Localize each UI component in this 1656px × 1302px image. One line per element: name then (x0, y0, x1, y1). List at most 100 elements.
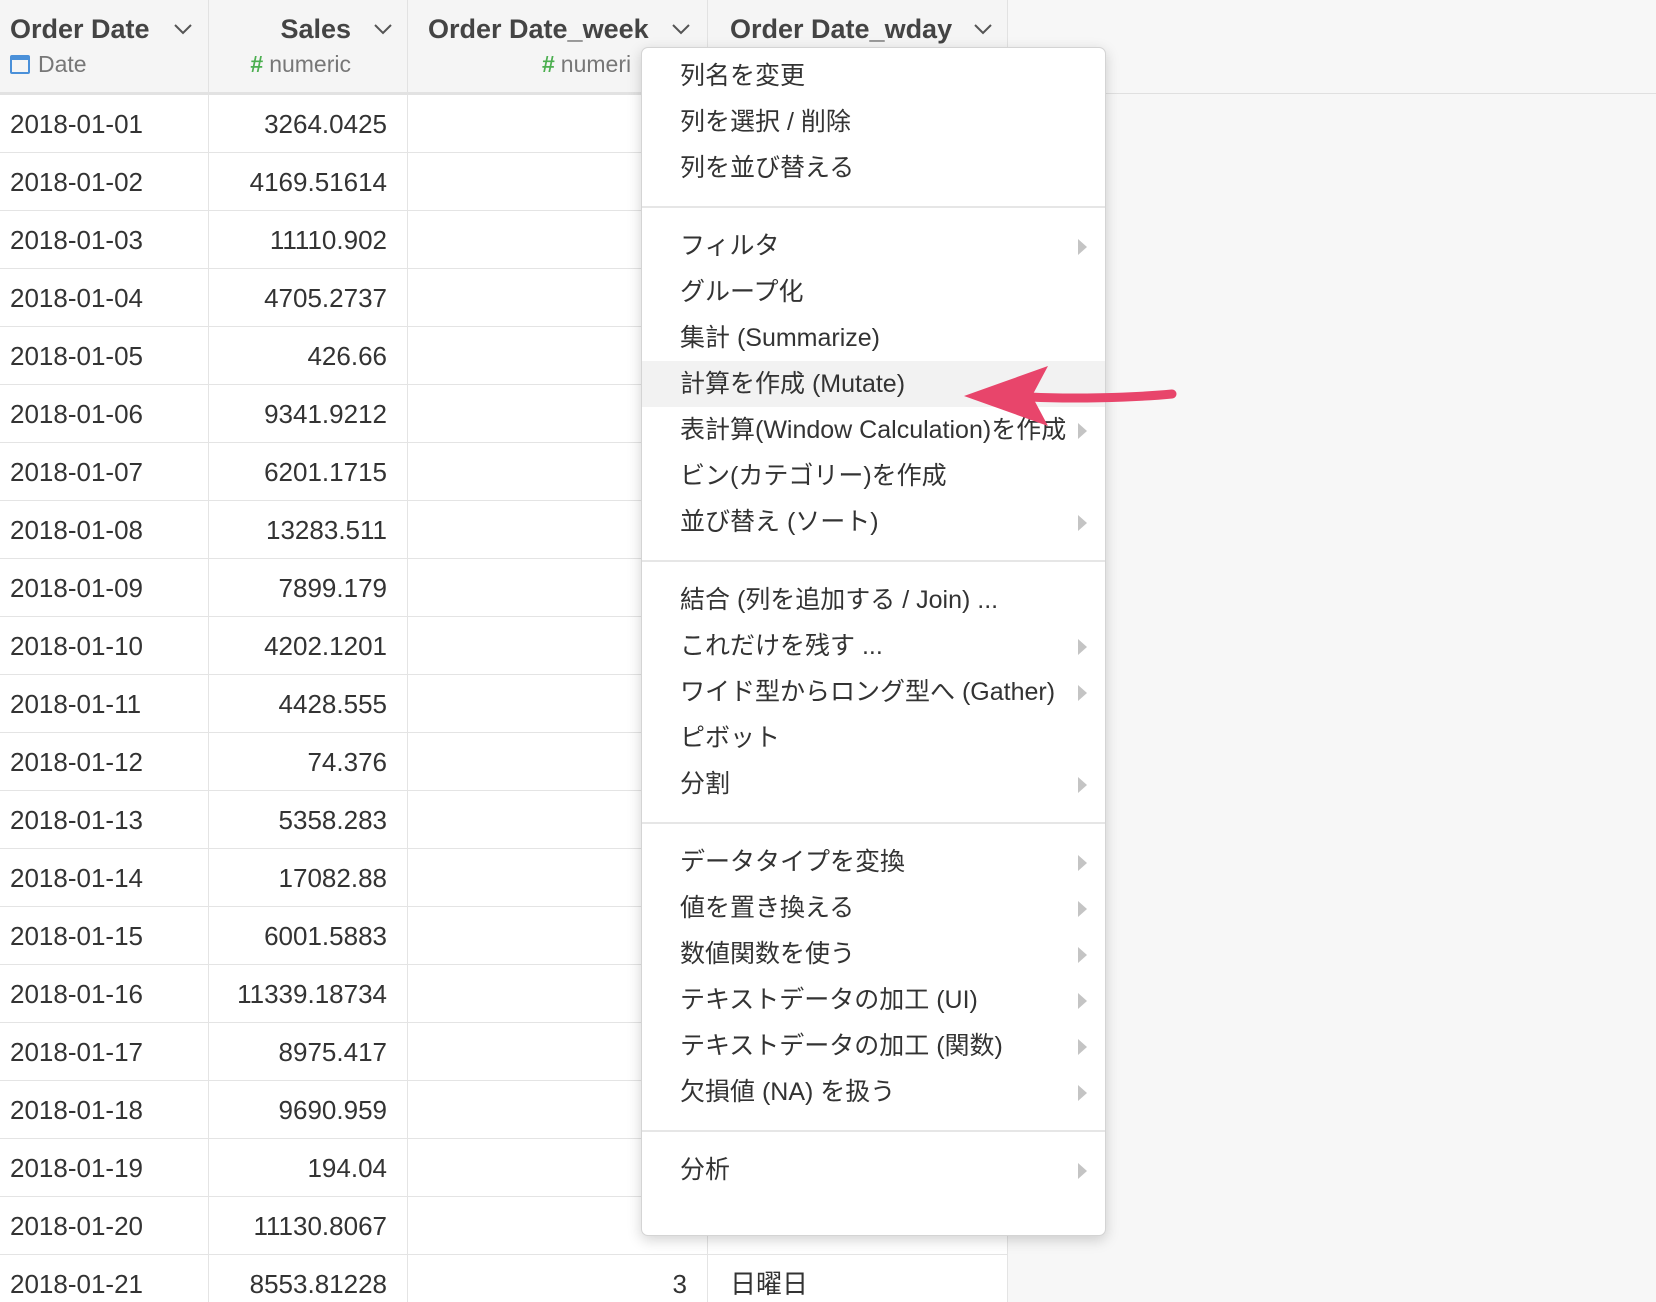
table-cell[interactable]: 2018-01-17 (0, 1023, 209, 1081)
table-cell[interactable]: 2018-01-09 (0, 559, 209, 617)
menu-item-label: データタイプを変換 (680, 848, 906, 876)
menu-item[interactable]: 列を選択 / 削除 (642, 99, 1105, 145)
table-cell[interactable]: 2018-01-16 (0, 965, 209, 1023)
menu-item[interactable]: 集計 (Summarize) (642, 315, 1105, 361)
menu-item-label: 並び替え (ソート) (680, 508, 879, 536)
submenu-arrow-icon (1078, 1163, 1087, 1179)
table-cell[interactable]: 9341.9212 (209, 385, 408, 443)
table-cell[interactable]: 17082.88 (209, 849, 408, 907)
table-cell[interactable]: 2018-01-03 (0, 211, 209, 269)
menu-item[interactable]: ワイド型からロング型へ (Gather) (642, 669, 1105, 715)
table-cell[interactable]: 2018-01-19 (0, 1139, 209, 1197)
menu-item[interactable]: グループ化 (642, 269, 1105, 315)
chevron-down-icon[interactable] (670, 18, 692, 40)
menu-item-label: 数値関数を使う (680, 940, 856, 968)
menu-separator (642, 1130, 1105, 1132)
chevron-down-icon[interactable] (172, 18, 194, 40)
menu-item-label: グループ化 (680, 278, 804, 306)
table-cell[interactable]: 74.376 (209, 733, 408, 791)
menu-item[interactable]: 列名を変更 (642, 53, 1105, 99)
menu-item-label: ピボット (680, 724, 781, 752)
table-cell[interactable]: 9690.959 (209, 1081, 408, 1139)
menu-item[interactable]: テキストデータの加工 (関数) (642, 1023, 1105, 1069)
menu-item[interactable]: 値を置き換える (642, 885, 1105, 931)
table-cell[interactable]: 13283.511 (209, 501, 408, 559)
menu-item-label: 値を置き換える (680, 894, 855, 922)
menu-item[interactable]: 数値関数を使う (642, 931, 1105, 977)
menu-item[interactable]: ピボット (642, 715, 1105, 761)
column-name: Sales (280, 14, 351, 44)
menu-item[interactable]: データタイプを変換 (642, 839, 1105, 885)
table-cell[interactable]: 2018-01-10 (0, 617, 209, 675)
column-header-sales[interactable]: Sales # numeric (209, 0, 408, 95)
column-name: Order Date_wday (730, 14, 953, 44)
table-cell[interactable]: 426.66 (209, 327, 408, 385)
table-cell[interactable]: 2018-01-04 (0, 269, 209, 327)
column-type-label: numeri (560, 51, 632, 77)
menu-item[interactable]: 分割 (642, 761, 1105, 807)
menu-item-label: ワイド型からロング型へ (Gather) (680, 678, 1056, 706)
table-cell[interactable]: 4705.2737 (209, 269, 408, 327)
table-cell[interactable]: 11339.18734 (209, 965, 408, 1023)
table-cell[interactable]: 2018-01-06 (0, 385, 209, 443)
table-cell[interactable]: 6001.5883 (209, 907, 408, 965)
table-cell[interactable]: 2018-01-05 (0, 327, 209, 385)
menu-item[interactable]: 結合 (列を追加する / Join) ... (642, 577, 1105, 623)
table-cell[interactable]: 日曜日 (708, 1255, 1008, 1302)
menu-item-label: 欠損値 (NA) を扱う (680, 1078, 896, 1106)
table-cell[interactable]: 8553.81228 (209, 1255, 408, 1302)
menu-item[interactable]: テキストデータの加工 (UI) (642, 977, 1105, 1023)
menu-item-label: テキストデータの加工 (UI) (680, 986, 978, 1014)
table-row: 2018-01-21 8553.81228 3 日曜日 (0, 1255, 1008, 1302)
table-cell[interactable]: 2018-01-01 (0, 95, 209, 153)
table-cell[interactable]: 6201.1715 (209, 443, 408, 501)
table-cell[interactable]: 2018-01-15 (0, 907, 209, 965)
calendar-icon (10, 55, 30, 74)
menu-item-label: 分割 (680, 770, 731, 798)
menu-item[interactable]: ビン(カテゴリー)を作成 (642, 453, 1105, 499)
table-cell[interactable]: 2018-01-18 (0, 1081, 209, 1139)
column-type: Date (10, 51, 87, 78)
menu-item[interactable]: 列を並び替える (642, 145, 1105, 191)
table-cell[interactable]: 2018-01-12 (0, 733, 209, 791)
table-cell[interactable]: 2018-01-14 (0, 849, 209, 907)
menu-item-label: 分析 (680, 1156, 731, 1184)
menu-item-label: これだけを残す ... (680, 632, 883, 660)
table-cell[interactable]: 2018-01-11 (0, 675, 209, 733)
table-cell[interactable]: 3264.0425 (209, 95, 408, 153)
menu-item-label: 集計 (Summarize) (680, 324, 881, 352)
chevron-down-icon[interactable] (972, 18, 994, 40)
chevron-down-icon[interactable] (372, 18, 394, 40)
menu-item[interactable]: フィルタ (642, 223, 1105, 269)
table-cell[interactable]: 4169.51614 (209, 153, 408, 211)
menu-item[interactable]: 分析 (642, 1147, 1105, 1193)
menu-separator (642, 206, 1105, 208)
table-cell[interactable]: 2018-01-20 (0, 1197, 209, 1255)
table-cell[interactable]: 7899.179 (209, 559, 408, 617)
column-type-label: numeric (269, 51, 351, 77)
menu-item-label: フィルタ (680, 232, 780, 260)
table-cell[interactable]: 194.04 (209, 1139, 408, 1197)
menu-item[interactable]: 欠損値 (NA) を扱う (642, 1069, 1105, 1115)
table-cell[interactable]: 4428.555 (209, 675, 408, 733)
table-cell[interactable]: 2018-01-21 (0, 1255, 209, 1302)
menu-item-label: 結合 (列を追加する / Join) ... (680, 586, 999, 614)
table-cell[interactable]: 4202.1201 (209, 617, 408, 675)
table-cell[interactable]: 5358.283 (209, 791, 408, 849)
table-cell[interactable]: 2018-01-08 (0, 501, 209, 559)
table-cell[interactable]: 2018-01-13 (0, 791, 209, 849)
column-name: Order Date_week (428, 14, 649, 44)
table-cell[interactable]: 11130.8067 (209, 1197, 408, 1255)
table-cell[interactable]: 2018-01-07 (0, 443, 209, 501)
table-cell[interactable]: 8975.417 (209, 1023, 408, 1081)
submenu-arrow-icon (1078, 993, 1087, 1009)
menu-item-label: 列を選択 / 削除 (680, 108, 851, 136)
menu-separator (642, 560, 1105, 562)
table-cell[interactable]: 11110.902 (209, 211, 408, 269)
table-cell[interactable]: 2018-01-02 (0, 153, 209, 211)
column-name: Order Date (10, 14, 150, 44)
menu-item[interactable]: これだけを残す ... (642, 623, 1105, 669)
menu-item[interactable]: 並び替え (ソート) (642, 499, 1105, 545)
table-cell[interactable]: 3 (408, 1255, 708, 1302)
column-header-order-date[interactable]: Order Date Date (0, 0, 209, 95)
